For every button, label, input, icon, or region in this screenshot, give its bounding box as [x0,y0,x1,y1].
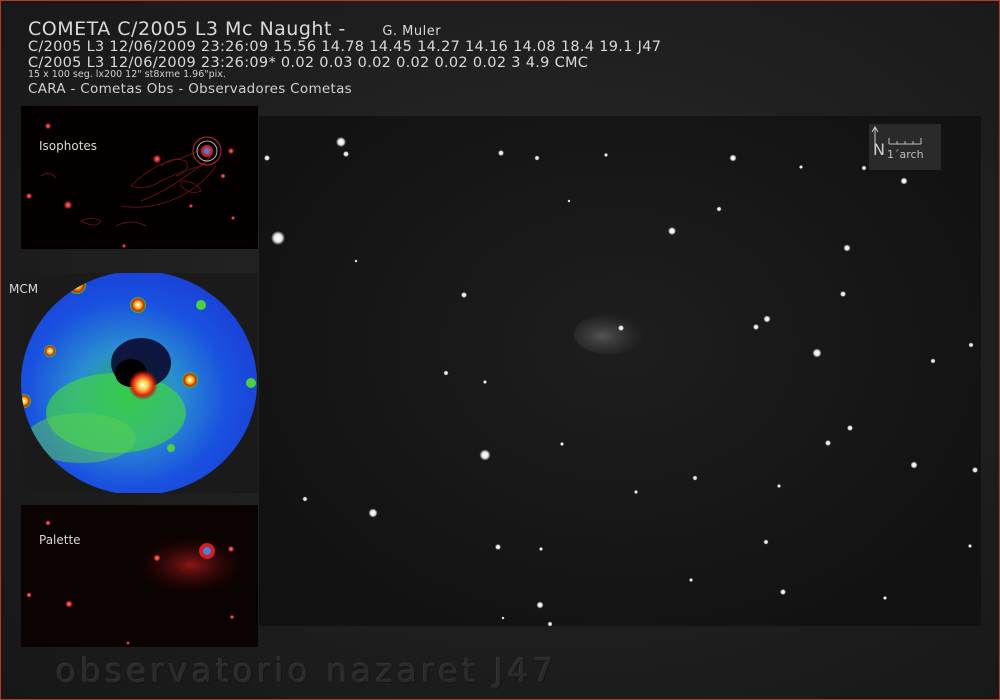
mcm-panel [21,273,258,493]
scale-label: 1´arch [887,148,924,161]
north-label: N [873,140,885,159]
palette-panel: Palette [21,505,258,647]
title-line: COMETA C/2005 L3 Mc Naught - G. Muler [28,18,441,40]
magnitude-line: C/2005 L3 12/06/2009 23:26:09 15.56 14.7… [28,39,662,55]
mcm-image [21,273,257,493]
image-frame: COMETA C/2005 L3 Mc Naught - G. Muler C/… [0,0,1000,700]
comet-title: COMETA C/2005 L3 Mc Naught - [28,18,346,40]
isophotes-panel: Isophotes [21,106,258,249]
stars [264,137,978,626]
observatory-watermark: observatorio nazaret J47 [56,651,558,690]
group-line: CARA - Cometas Obs - Observadores Cometa… [28,81,352,97]
mcm-label: MCM [9,282,39,296]
equipment-line: 15 x 100 seg. lx200 12" st8xme 1.96"pix. [28,69,226,80]
palette-image [26,520,246,645]
star-field [264,137,978,626]
isophotes-image [26,123,235,248]
star-field-image: N 1´arch [259,116,981,626]
palette-label: Palette [39,533,81,547]
comet-coma [574,314,644,354]
isophotes-label: Isophotes [39,139,98,153]
scale-marker: N 1´arch [869,124,941,170]
observer-name: G. Muler [382,24,442,39]
comet-nucleus [618,325,624,331]
